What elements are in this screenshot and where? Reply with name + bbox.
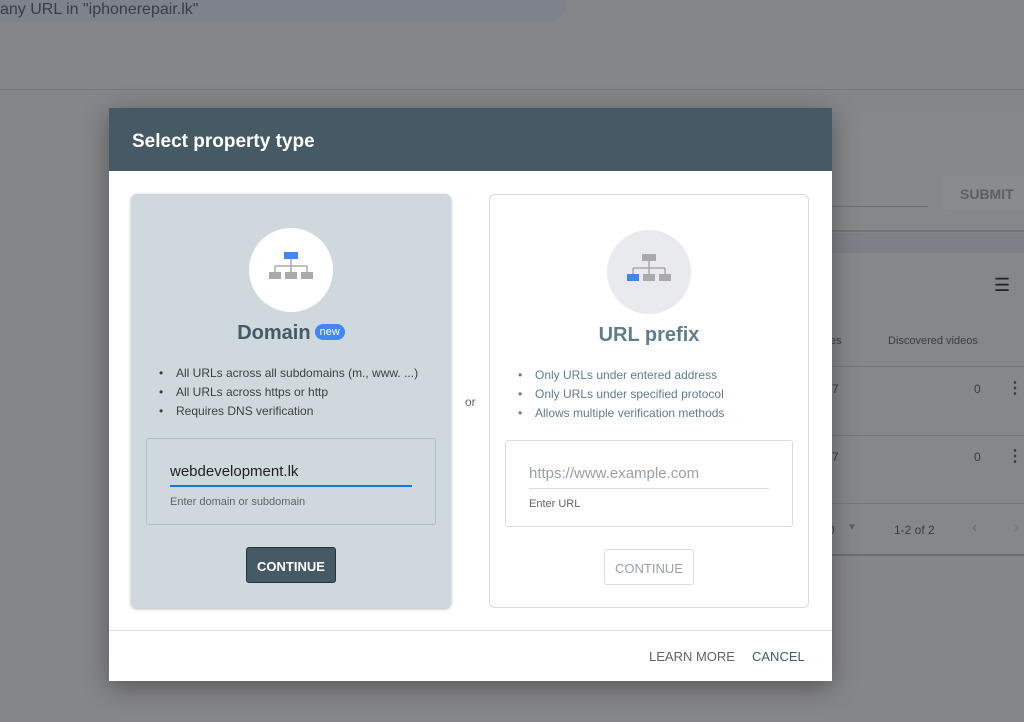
domain-field: webdevelopment.lk Enter domain or subdom… bbox=[146, 438, 436, 525]
url-prefix-icon-circle bbox=[607, 230, 691, 314]
sitemap-tree-icon bbox=[269, 252, 313, 279]
dropdown-arrow-icon[interactable]: ▼ bbox=[847, 522, 857, 533]
url-field: https://www.example.com Enter URL bbox=[505, 440, 793, 527]
dialog-title: Select property type bbox=[109, 108, 832, 171]
domain-input-help: Enter domain or subdomain bbox=[170, 496, 306, 508]
band bbox=[826, 233, 1024, 253]
sitemap-tree-icon bbox=[627, 254, 671, 281]
sitemaps-table: ☰ es Discovered videos 7 0 ⋮ 7 0 ⋮ 0 ▼ 1… bbox=[826, 254, 1024, 556]
url-prefix-title: URL prefix bbox=[598, 324, 700, 346]
url-input-help: Enter URL bbox=[529, 498, 581, 510]
url-prefix-features: Only URLs under entered address Only URL… bbox=[518, 366, 808, 423]
cancel-button[interactable]: CANCEL bbox=[752, 649, 805, 664]
domain-title: Domain bbox=[237, 322, 311, 344]
sitemap-card bbox=[826, 114, 1024, 232]
domain-icon-circle bbox=[249, 228, 333, 312]
domain-continue-button[interactable]: CONTINUE bbox=[246, 547, 336, 583]
or-separator: or bbox=[465, 395, 476, 409]
url-prefix-continue-button[interactable]: CONTINUE bbox=[604, 549, 694, 585]
cell: 7 bbox=[832, 450, 839, 464]
url-input[interactable]: https://www.example.com bbox=[529, 463, 769, 489]
url-inspection-search[interactable]: any URL in "iphonerepair.lk" bbox=[0, 0, 567, 22]
feature-item: Only URLs under specified protocol bbox=[518, 385, 808, 404]
feature-item: All URLs across https or http bbox=[159, 383, 451, 402]
domain-option-card[interactable]: Domainnew All URLs across all subdomains… bbox=[131, 194, 451, 608]
search-text: any URL in "iphonerepair.lk" bbox=[0, 1, 199, 18]
submit-button[interactable]: SUBMIT bbox=[943, 176, 1024, 210]
pagination-label: 1-2 of 2 bbox=[894, 523, 935, 537]
next-page-icon[interactable]: › bbox=[1014, 519, 1019, 537]
select-property-dialog: Select property type Domainnew All URLs … bbox=[109, 108, 832, 681]
url-prefix-option-card[interactable]: URL prefix Only URLs under entered addre… bbox=[489, 194, 809, 608]
feature-item: Requires DNS verification bbox=[159, 402, 451, 421]
domain-input[interactable]: webdevelopment.lk bbox=[170, 461, 412, 487]
column-header-discovered-videos[interactable]: Discovered videos bbox=[888, 335, 978, 347]
feature-item: Only URLs under entered address bbox=[518, 366, 808, 385]
feature-item: Allows multiple verification methods bbox=[518, 404, 808, 423]
footer-divider bbox=[109, 630, 832, 631]
cell-videos: 0 bbox=[974, 450, 981, 464]
cell: 7 bbox=[832, 382, 839, 396]
more-icon[interactable]: ⋮ bbox=[1007, 446, 1023, 466]
sitemap-input[interactable] bbox=[826, 206, 928, 207]
new-badge: new bbox=[314, 323, 345, 340]
filter-icon[interactable]: ☰ bbox=[994, 275, 1010, 296]
more-icon[interactable]: ⋮ bbox=[1007, 378, 1023, 398]
domain-features: All URLs across all subdomains (m., www.… bbox=[159, 364, 451, 421]
divider bbox=[0, 89, 1024, 90]
prev-page-icon[interactable]: ‹ bbox=[972, 519, 977, 537]
learn-more-button[interactable]: LEARN MORE bbox=[649, 649, 735, 664]
cell-videos: 0 bbox=[974, 382, 981, 396]
feature-item: All URLs across all subdomains (m., www.… bbox=[159, 364, 451, 383]
